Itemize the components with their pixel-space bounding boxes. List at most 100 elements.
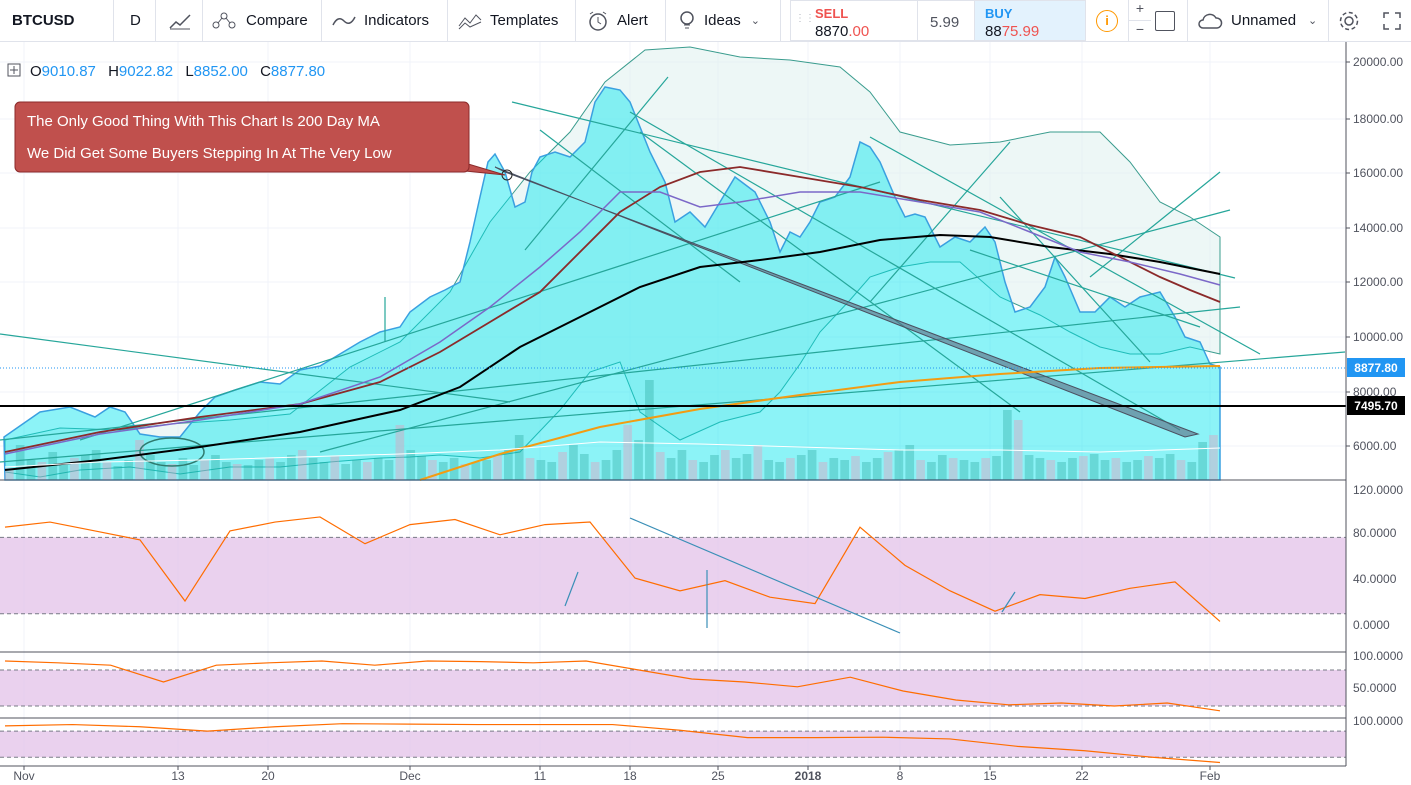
volume-bar	[1024, 455, 1034, 480]
volume-bar	[124, 460, 134, 480]
sell-button[interactable]: ⋮⋮ SELL 8870.00	[790, 0, 918, 41]
volume-bar	[764, 460, 774, 480]
volume-bar	[287, 455, 296, 480]
volume-bar	[1165, 454, 1175, 480]
toolbar-divider	[1187, 0, 1188, 41]
compare-label: Compare	[246, 12, 308, 29]
volume-bar	[493, 455, 502, 480]
price-tick-label: 10000.00	[1353, 330, 1403, 344]
svg-text:8877.80: 8877.80	[1354, 361, 1398, 375]
volume-bar	[525, 458, 535, 480]
time-tick-label: 20	[261, 769, 275, 783]
volume-bar	[872, 458, 882, 480]
volume-bar	[297, 450, 307, 480]
time-tick-label: 15	[983, 769, 997, 783]
chart-area[interactable]: The Only Good Thing With This Chart Is 2…	[0, 42, 1411, 785]
volume-bar	[384, 460, 394, 480]
volume-bar	[1035, 458, 1045, 480]
legend-low: 8852.00	[194, 63, 248, 80]
compare-icon	[212, 12, 236, 28]
volume-bar	[200, 460, 209, 480]
buy-button[interactable]: BUY 8875.99	[974, 0, 1086, 41]
volume-bar	[265, 458, 275, 480]
indicators-button[interactable]: Indicators	[332, 0, 429, 41]
volume-bar	[1198, 442, 1207, 480]
ideas-button[interactable]: Ideas ⌄	[678, 0, 760, 41]
volume-bar	[829, 458, 839, 480]
fullscreen-square-button[interactable]	[1155, 0, 1175, 41]
ohlc-legend: O9010.87 H9022.82 L8852.00 C8877.80	[7, 63, 325, 80]
volume-bar	[677, 450, 687, 480]
compare-button[interactable]: Compare	[210, 0, 308, 41]
templates-button[interactable]: Templates	[458, 0, 558, 41]
settings-button[interactable]	[1338, 0, 1360, 41]
volume-bar	[981, 458, 991, 480]
time-tick-label: 22	[1075, 769, 1089, 783]
last-price-badge: 8877.80	[1347, 358, 1405, 377]
alert-button[interactable]: Alert	[587, 0, 648, 41]
fullscreen-button[interactable]	[1382, 0, 1402, 41]
volume-bar	[1003, 410, 1012, 480]
annotation-callout[interactable]: The Only Good Thing With This Chart Is 2…	[14, 101, 506, 176]
volume-bar	[395, 425, 405, 480]
info-icon: i	[1096, 9, 1118, 32]
volume-bar	[840, 460, 849, 480]
volume-bar	[558, 452, 567, 480]
volume-bar	[851, 456, 860, 480]
volume-bar	[504, 450, 513, 480]
volume-bar	[362, 462, 372, 480]
chart-style-button[interactable]	[168, 0, 192, 41]
volume-bar	[1089, 454, 1099, 480]
volume-bar	[1068, 458, 1077, 480]
volume-bar	[471, 462, 481, 480]
volume-bar	[970, 462, 980, 480]
volume-bar	[786, 458, 795, 480]
symbol-search-button[interactable]: BTCUSD	[12, 0, 75, 41]
buy-price: 8875.99	[985, 23, 1040, 40]
interval-label: D	[130, 12, 141, 29]
volume-bar	[634, 440, 643, 480]
sell-label: SELL	[815, 6, 849, 21]
volume-bar	[308, 458, 318, 480]
volume-bar	[1122, 462, 1132, 480]
volume-bar	[666, 458, 676, 480]
volume-bar	[1144, 456, 1153, 480]
volume-bar	[948, 458, 958, 480]
chevron-down-icon: ⌄	[750, 15, 760, 27]
layout-name: Unnamed	[1231, 12, 1297, 29]
toolbar-divider	[155, 0, 156, 41]
volume-bar	[352, 460, 361, 480]
volume-bar	[1187, 462, 1197, 480]
annotation-line2: We Did Get Some Buyers Stepping In At Th…	[27, 145, 392, 162]
volume-bar	[883, 452, 893, 480]
volume-bar	[59, 465, 68, 480]
volume-bar	[102, 462, 112, 480]
bars-style-icon	[169, 13, 191, 29]
plus-button[interactable]: +	[1129, 0, 1151, 21]
volume-bar	[482, 460, 491, 480]
legend-close: 8877.80	[271, 63, 325, 80]
volume-bar	[818, 462, 828, 480]
layout-save-button[interactable]: Unnamed ⌄	[1197, 0, 1317, 41]
templates-icon	[458, 13, 482, 29]
volume-bar	[319, 462, 329, 480]
legend-open: 9010.87	[42, 63, 96, 80]
volume-bar	[916, 460, 925, 480]
support-price-badge: 7495.70	[1347, 396, 1405, 415]
info-button[interactable]: i	[1096, 0, 1118, 41]
toolbar-divider	[780, 0, 781, 41]
minus-button[interactable]: −	[1129, 21, 1151, 41]
volume-bar	[862, 462, 871, 480]
expand-icon	[1383, 11, 1401, 30]
volume-bar	[731, 458, 741, 480]
volume-bar	[601, 460, 611, 480]
time-tick-label: 2018	[795, 769, 822, 783]
interval-button[interactable]: D	[130, 0, 141, 41]
volume-bar	[373, 458, 383, 480]
volume-bar	[742, 454, 752, 480]
volume-bar	[232, 464, 242, 480]
price-tick-label: 20000.00	[1353, 55, 1403, 69]
toolbar-divider	[202, 0, 203, 41]
volume-bar	[1133, 460, 1142, 480]
toolbar-divider	[575, 0, 576, 41]
